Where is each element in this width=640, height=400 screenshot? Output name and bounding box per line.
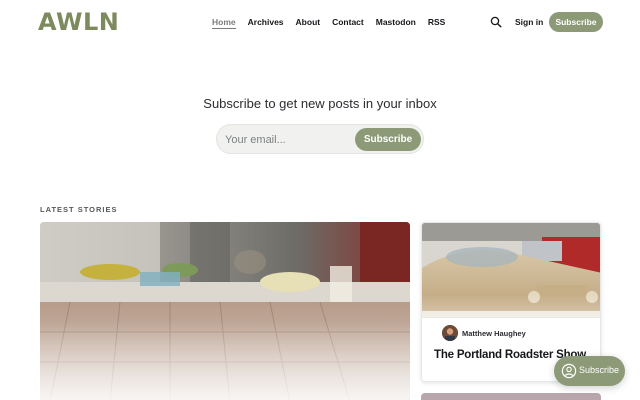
portal-label: Subscribe (579, 365, 620, 375)
nav-item-archives[interactable]: Archives (248, 16, 284, 29)
subscribe-button[interactable]: Subscribe (355, 128, 421, 151)
featured-story-card[interactable] (40, 222, 410, 400)
featured-story-image[interactable] (40, 222, 410, 400)
nav-item-rss[interactable]: RSS (428, 16, 445, 29)
nav-item-home[interactable]: Home (212, 16, 236, 29)
search-icon[interactable] (490, 16, 502, 28)
header-subscribe-button[interactable]: Subscribe (549, 12, 603, 32)
subscribe-form: Subscribe (216, 124, 424, 154)
author-avatar[interactable] (442, 325, 458, 341)
nav-item-about[interactable]: About (296, 16, 321, 29)
nav-item-mastodon[interactable]: Mastodon (376, 16, 416, 29)
signin-link[interactable]: Sign in (515, 17, 543, 27)
subscribe-icon (561, 363, 577, 379)
email-field[interactable] (225, 131, 355, 149)
main-nav: Home Archives About Contact Mastodon RSS (212, 16, 445, 29)
story-card-next[interactable] (421, 393, 601, 400)
site-logo[interactable]: AWLN (38, 9, 119, 35)
subscribe-heading: Subscribe to get new posts in your inbox (203, 96, 437, 111)
story-author[interactable]: Matthew Haughey (442, 325, 526, 341)
nav-item-contact[interactable]: Contact (332, 16, 364, 29)
portal-subscribe-button[interactable]: Subscribe (554, 356, 625, 386)
author-name[interactable]: Matthew Haughey (462, 329, 526, 338)
site-header: AWLN Home Archives About Contact Mastodo… (0, 0, 640, 44)
latest-stories-label: LATEST STORIES (40, 205, 118, 214)
